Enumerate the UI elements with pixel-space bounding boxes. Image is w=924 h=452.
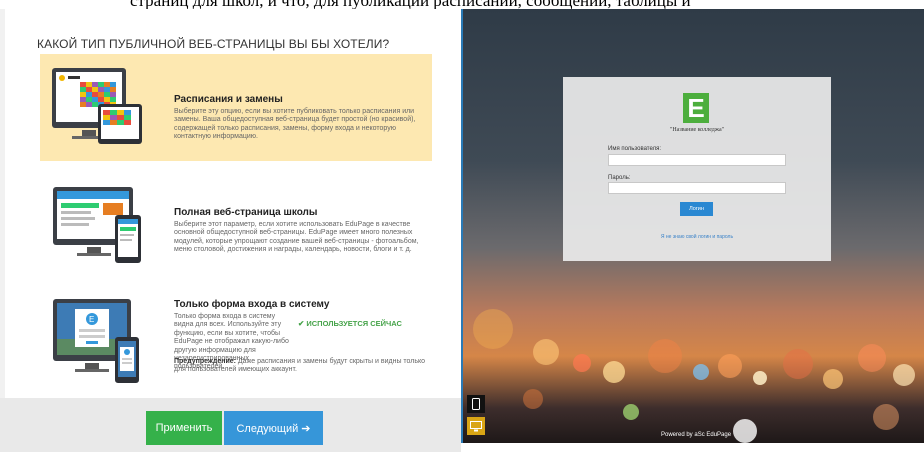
login-form: E "Название колледжа" Имя пользователя: … [563,77,831,261]
username-label: Имя пользователя: [608,146,662,152]
phone-view-icon[interactable] [467,395,485,413]
timetable-devices-icon [52,68,142,144]
panel-content: КАКОЙ ТИП ПУБЛИЧНОЙ ВЕБ-СТРАНИЦЫ ВЫ БЫ Х… [5,9,461,398]
forgot-credentials-link[interactable]: Я не знаю свой логин и пароль [563,234,831,240]
action-bar: Применить Следующий ➔ [0,398,461,452]
password-label: Пароль: [608,175,631,181]
option-login-only[interactable]: E Только форма входа в систему Только фо… [40,292,432,396]
website-type-panel: КАКОЙ ТИП ПУБЛИЧНОЙ ВЕБ-СТРАНИЦЫ ВЫ БЫ Х… [0,9,461,452]
login-devices-icon: E [53,299,139,383]
option-description: Выберите этот параметр, если хотите испо… [174,221,419,254]
login-button[interactable]: Логин [680,202,713,216]
login-preview: E "Название колледжа" Имя пользователя: … [463,9,924,443]
powered-by-text: Powered by aSc EduPage [661,432,732,438]
option-title: Только форма входа в систему [174,299,330,310]
panel-title: КАКОЙ ТИП ПУБЛИЧНОЙ ВЕБ-СТРАНИЦЫ ВЫ БЫ Х… [37,37,390,51]
college-name: "Название колледжа" [669,127,725,133]
option-timetables[interactable]: Расписания и замены Выберите эту опцию, … [40,54,432,161]
full-website-devices-icon [53,187,141,263]
option-warning: Предупреждение: Даже расписания и замены… [174,358,426,375]
document-caption-strip: страниц для школ, и что, для публикации … [0,0,924,9]
apply-button[interactable]: Применить [146,411,222,445]
desktop-view-icon[interactable] [467,417,485,435]
username-field[interactable] [608,154,786,166]
option-description: Выберите эту опцию, если вы хотите публи… [174,108,416,141]
next-button[interactable]: Следующий ➔ [224,411,323,445]
warning-label: Предупреждение: [174,358,236,365]
option-title: Полная веб-страница школы [174,207,318,218]
document-caption: страниц для школ, и что, для публикации … [130,0,691,9]
status-badge: ✔ ИСПОЛЬЗУЕТСЯ СЕЙЧАС [298,319,402,328]
option-title: Расписания и замены [174,94,283,105]
password-field[interactable] [608,182,786,194]
edupage-logo: E [683,93,709,123]
option-full-website[interactable]: Полная веб-страница школы Выберите этот … [40,177,432,275]
svg-text:E: E [89,315,94,324]
device-switcher [467,395,485,443]
